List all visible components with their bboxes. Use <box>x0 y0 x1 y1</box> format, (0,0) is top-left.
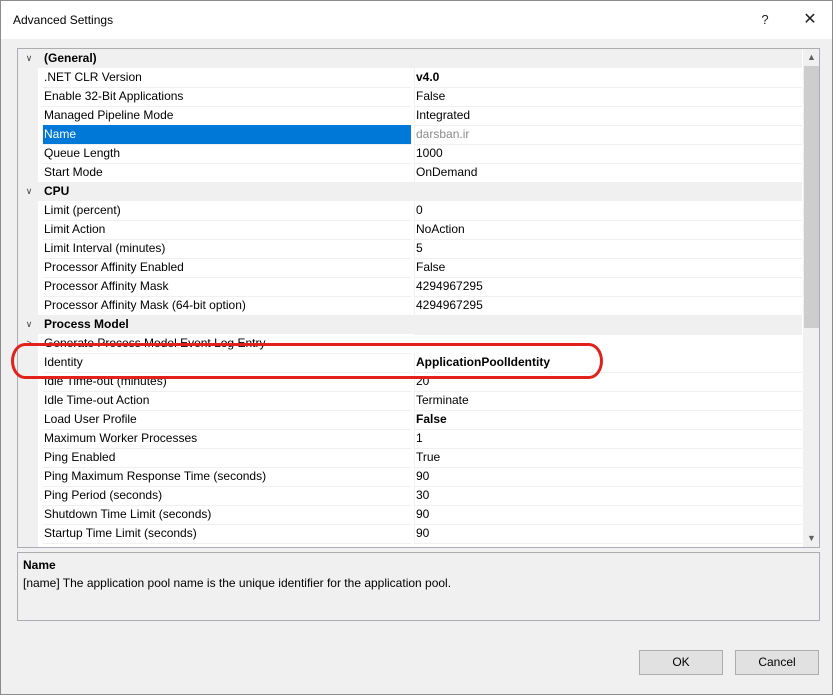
property-name: Limit (percent) <box>43 201 411 221</box>
property-row[interactable]: Ping Maximum Response Time (seconds) 90 <box>18 467 802 487</box>
property-value[interactable]: 1000 <box>414 144 802 164</box>
property-name: Load User Profile <box>43 410 411 430</box>
scroll-up-icon[interactable]: ▲ <box>803 49 819 66</box>
scroll-thumb[interactable] <box>804 66 819 328</box>
property-row[interactable]: Limit (percent) 0 <box>18 201 802 221</box>
scroll-down-icon[interactable]: ▼ <box>803 530 819 547</box>
property-value[interactable]: OnDemand <box>414 163 802 183</box>
property-row[interactable]: Start Mode OnDemand <box>18 163 802 183</box>
property-name: Process Orphaning <box>43 543 411 547</box>
property-row[interactable]: .NET CLR Version v4.0 <box>18 68 802 88</box>
property-row[interactable]: > Process Orphaning <box>18 543 802 547</box>
property-row[interactable]: Queue Length 1000 <box>18 144 802 164</box>
property-row[interactable]: Startup Time Limit (seconds) 90 <box>18 524 802 544</box>
category-row[interactable]: ∨ Process Model <box>18 315 802 334</box>
property-row[interactable]: Maximum Worker Processes 1 <box>18 429 802 449</box>
property-name: Ping Enabled <box>43 448 411 468</box>
expand-chevron-icon[interactable]: > <box>23 543 35 547</box>
collapse-chevron-icon[interactable]: ∨ <box>23 49 35 68</box>
category-row[interactable]: ∨ CPU <box>18 182 802 201</box>
cancel-button[interactable]: Cancel <box>735 650 819 675</box>
property-name: .NET CLR Version <box>43 68 411 88</box>
collapse-chevron-icon[interactable]: ∨ <box>23 315 35 334</box>
property-row[interactable]: Load User Profile False <box>18 410 802 430</box>
description-text: [name] The application pool name is the … <box>23 576 452 590</box>
property-row[interactable]: > Generate Process Model Event Log Entry <box>18 334 802 354</box>
property-name: Ping Period (seconds) <box>43 486 411 506</box>
title-bar: Advanced Settings ? ✕ <box>1 1 832 39</box>
property-value[interactable]: Terminate <box>414 391 802 411</box>
property-value[interactable]: False <box>414 258 802 278</box>
property-name: Processor Affinity Mask (64-bit option) <box>43 296 411 316</box>
property-value[interactable]: 1 <box>414 429 802 449</box>
collapse-chevron-icon[interactable]: ∨ <box>23 182 35 201</box>
close-button[interactable]: ✕ <box>797 7 823 33</box>
property-name: Maximum Worker Processes <box>43 429 411 449</box>
property-name: Queue Length <box>43 144 411 164</box>
property-row[interactable]: Identity ApplicationPoolIdentity <box>18 353 802 373</box>
property-row[interactable]: Shutdown Time Limit (seconds) 90 <box>18 505 802 525</box>
property-value[interactable]: ApplicationPoolIdentity <box>414 353 802 373</box>
property-value[interactable]: False <box>414 87 802 107</box>
expand-chevron-icon[interactable]: > <box>23 334 35 353</box>
property-row[interactable]: Idle Time-out (minutes) 20 <box>18 372 802 392</box>
property-name: Start Mode <box>43 163 411 183</box>
property-row[interactable]: Processor Affinity Mask (64-bit option) 4… <box>18 296 802 316</box>
property-row[interactable]: Limit Interval (minutes) 5 <box>18 239 802 259</box>
category-row[interactable]: ∨ (General) <box>18 49 802 68</box>
property-row[interactable]: Limit Action NoAction <box>18 220 802 240</box>
property-name: Limit Interval (minutes) <box>43 239 411 259</box>
property-value[interactable]: 0 <box>414 201 802 221</box>
property-name: Name <box>43 125 411 145</box>
property-value[interactable]: NoAction <box>414 220 802 240</box>
property-name: Idle Time-out (minutes) <box>43 372 411 392</box>
property-value[interactable]: 30 <box>414 486 802 506</box>
category-label: CPU <box>44 184 70 198</box>
window-title: Advanced Settings <box>13 13 114 27</box>
property-row[interactable]: Ping Period (seconds) 30 <box>18 486 802 506</box>
property-row[interactable]: Managed Pipeline Mode Integrated <box>18 106 802 126</box>
property-value[interactable]: Integrated <box>414 106 802 126</box>
property-row[interactable]: Processor Affinity Enabled False <box>18 258 802 278</box>
property-name: Enable 32-Bit Applications <box>43 87 411 107</box>
property-value[interactable]: darsban.ir <box>414 125 802 145</box>
property-rows: ∨ (General) .NET CLR Version v4.0 Enable 32-… <box>18 49 802 547</box>
property-name: Startup Time Limit (seconds) <box>43 524 411 544</box>
ok-button[interactable]: OK <box>639 650 723 675</box>
property-name: Idle Time-out Action <box>43 391 411 411</box>
property-row[interactable]: Processor Affinity Mask 4294967295 <box>18 277 802 297</box>
property-row[interactable]: Name darsban.ir <box>18 125 802 145</box>
description-panel: Name [name] The application pool name is… <box>17 552 820 621</box>
property-value[interactable] <box>414 543 802 544</box>
property-value[interactable]: False <box>414 410 802 430</box>
property-value[interactable]: v4.0 <box>414 68 802 88</box>
property-name: Processor Affinity Mask <box>43 277 411 297</box>
property-value[interactable]: 90 <box>414 524 802 544</box>
property-row[interactable]: Ping Enabled True <box>18 448 802 468</box>
property-name: Generate Process Model Event Log Entry <box>43 334 411 354</box>
description-title: Name <box>23 558 56 572</box>
property-value[interactable]: 90 <box>414 467 802 487</box>
property-value[interactable]: 4294967295 <box>414 277 802 297</box>
advanced-settings-dialog: ▸ Advanced Settings ? ✕ ∨(General).NET C… <box>0 0 833 695</box>
property-name: Shutdown Time Limit (seconds) <box>43 505 411 525</box>
property-value[interactable]: 90 <box>414 505 802 525</box>
property-value[interactable]: True <box>414 448 802 468</box>
property-value[interactable]: 20 <box>414 372 802 392</box>
property-row[interactable]: Idle Time-out Action Terminate <box>18 391 802 411</box>
vertical-scrollbar[interactable]: ▲ ▼ <box>803 49 819 547</box>
property-name: Processor Affinity Enabled <box>43 258 411 278</box>
category-label: (General) <box>44 51 97 65</box>
category-label: Process Model <box>44 317 129 331</box>
property-name: Managed Pipeline Mode <box>43 106 411 126</box>
property-value[interactable]: 5 <box>414 239 802 259</box>
property-value[interactable]: 4294967295 <box>414 296 802 316</box>
property-name: Identity <box>43 353 411 373</box>
property-name: Limit Action <box>43 220 411 240</box>
help-button[interactable]: ? <box>753 7 777 33</box>
property-grid[interactable]: ∨ (General) .NET CLR Version v4.0 Enable 32-… <box>17 48 820 548</box>
property-name: Ping Maximum Response Time (seconds) <box>43 467 411 487</box>
property-value[interactable] <box>414 334 802 335</box>
property-row[interactable]: Enable 32-Bit Applications False <box>18 87 802 107</box>
